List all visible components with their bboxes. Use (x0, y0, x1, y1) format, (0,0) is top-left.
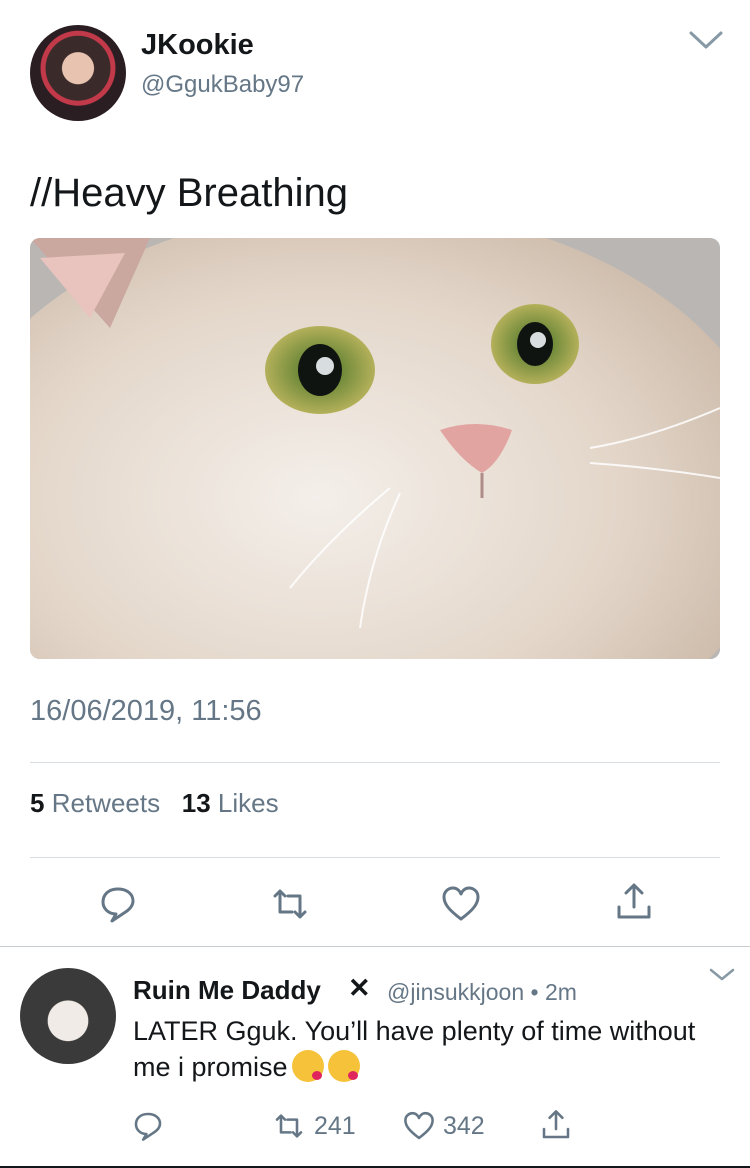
kiss-emoji-icon (327, 1050, 360, 1082)
tweet-timestamp: 16/06/2019, 11:56 (30, 695, 262, 727)
reply-avatar[interactable] (20, 968, 116, 1064)
reply-like-count: 342 (443, 1112, 485, 1140)
retweets-label[interactable]: Retweets (52, 788, 160, 818)
likes-count: 13 (181, 788, 211, 818)
divider (30, 857, 720, 858)
reply-author-handle[interactable]: @jinsukkjoon (387, 979, 524, 1005)
tweet-stats: 5 Retweets 13 Likes (30, 788, 279, 819)
chevron-down-icon[interactable] (688, 30, 724, 50)
reply-icon[interactable] (132, 1110, 164, 1142)
retweet-icon[interactable] (272, 1110, 306, 1142)
author-avatar[interactable] (30, 25, 126, 121)
divider (30, 762, 720, 763)
reply-retweet-count: 241 (314, 1112, 356, 1140)
reply-x-mark: ✕ (348, 973, 371, 1003)
retweets-count: 5 (30, 788, 45, 818)
reply-text-body: LATER Gguk. You’ll have plenty of time w… (133, 1016, 696, 1082)
author-handle[interactable]: @GgukBaby97 (141, 71, 304, 99)
reply-time: 2m (544, 979, 577, 1005)
like-icon[interactable] (441, 884, 481, 924)
share-icon[interactable] (614, 882, 654, 922)
cat-photo (30, 238, 720, 659)
like-icon[interactable] (402, 1110, 436, 1142)
reply-author-name[interactable]: Ruin Me Daddy (133, 975, 321, 1006)
reply-meta: @jinsukkjoon • 2m (387, 979, 577, 1006)
chevron-down-icon[interactable] (709, 968, 735, 982)
share-icon[interactable] (540, 1108, 572, 1142)
meta-dot: • (530, 979, 539, 1005)
likes-label[interactable]: Likes (218, 788, 279, 818)
tweet-media-image[interactable] (30, 238, 720, 659)
section-divider (0, 946, 750, 947)
kiss-emoji-icon (291, 1050, 324, 1082)
reply-text: LATER Gguk. You’ll have plenty of time w… (133, 1013, 713, 1085)
reply-icon[interactable] (98, 884, 138, 924)
retweet-icon[interactable] (270, 884, 310, 924)
tweet-text: //Heavy Breathing (30, 171, 348, 215)
author-name[interactable]: JKookie (141, 29, 254, 62)
